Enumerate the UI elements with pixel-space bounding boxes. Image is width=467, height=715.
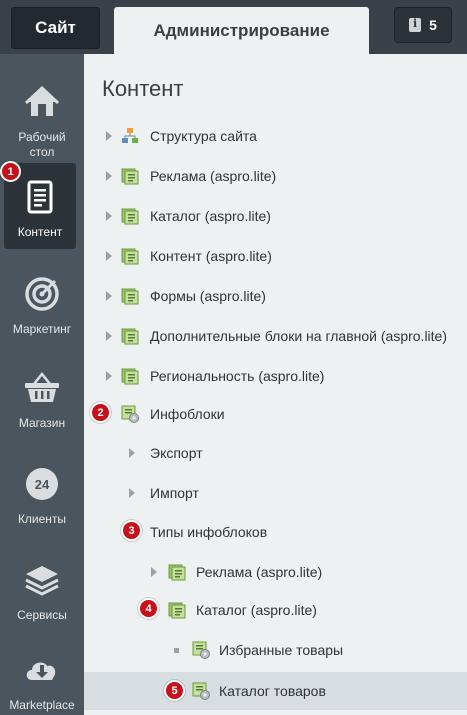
- cloud-download-icon: [22, 650, 62, 690]
- tree-item-infoblock-types[interactable]: 3 Типы инфоблоков: [84, 512, 467, 552]
- sidebar-item-marketplace[interactable]: Marketplace: [0, 632, 84, 715]
- expand-arrow-icon[interactable]: [106, 211, 112, 221]
- tree-item-export[interactable]: Экспорт: [84, 433, 467, 473]
- folder-list-icon: [121, 367, 139, 385]
- tree-item-label: Инфоблоки: [150, 406, 225, 422]
- tree-item-label: Реклама (aspro.lite): [150, 168, 277, 184]
- step-badge: 2: [90, 402, 111, 423]
- sidebar-item-label: Контент: [17, 225, 63, 239]
- expand-arrow-icon[interactable]: [129, 448, 135, 458]
- step-badge: 4: [138, 598, 159, 619]
- sidebar-item-services[interactable]: Сервисы: [0, 542, 84, 638]
- tree-item-type-ads[interactable]: Реклама (aspro.lite): [84, 552, 467, 592]
- tree-item-catalog[interactable]: Каталог (aspro.lite): [84, 196, 467, 236]
- folder-list-icon: [168, 601, 186, 619]
- notifications-button[interactable]: 5: [394, 7, 452, 43]
- top-bar: Сайт Администрирование 5: [0, 0, 467, 54]
- sidebar-item-clients[interactable]: 24 Клиенты: [0, 446, 84, 542]
- infoblock-gear-icon: [192, 641, 210, 659]
- tree-item-label: Каталог (aspro.lite): [196, 602, 317, 618]
- folder-list-icon: [121, 167, 139, 185]
- expand-arrow-icon[interactable]: [106, 331, 112, 341]
- tree-item-label: Дополнительные блоки на главной (aspro.l…: [150, 328, 448, 344]
- sidebar-item-marketing[interactable]: Маркетинг: [0, 256, 84, 352]
- folder-list-icon: [121, 287, 139, 305]
- tab-administration[interactable]: Администрирование: [114, 7, 369, 54]
- sidebar-item-label: Marketplace: [9, 698, 75, 712]
- clock-24-icon-text: 24: [35, 477, 50, 492]
- tree-item-label: Реклама (aspro.lite): [196, 564, 323, 580]
- sidebar-item-label: Сервисы: [17, 608, 67, 622]
- expand-arrow-icon[interactable]: [106, 251, 112, 261]
- tree-item-label: Формы (aspro.lite): [150, 288, 266, 304]
- page-title: Контент: [102, 76, 184, 101]
- sidebar-item-shop[interactable]: Магазин: [0, 350, 84, 446]
- sidebar: Рабочий стол Контент 1 Маркетинг Магазин…: [0, 54, 84, 715]
- site-structure-icon: [121, 127, 139, 145]
- infoblock-gear-icon: [121, 405, 139, 423]
- tree-item-label: Избранные товары: [219, 642, 344, 658]
- tree-item-label: Региональность (aspro.lite): [150, 368, 325, 384]
- layers-icon: [22, 560, 62, 600]
- sidebar-item-label: Рабочий: [18, 130, 66, 144]
- tree-item-content[interactable]: Контент (aspro.lite): [84, 236, 467, 276]
- tree-item-type-catalog[interactable]: 4 Каталог (aspro.lite): [84, 590, 467, 630]
- step-badge: 1: [0, 161, 21, 182]
- folder-list-icon: [121, 207, 139, 225]
- document-icon: [20, 177, 60, 217]
- tree-item-catalog-products[interactable]: 5 Каталог товаров: [84, 672, 467, 710]
- expand-arrow-icon[interactable]: [106, 371, 112, 381]
- tree-item-label: Структура сайта: [150, 128, 257, 144]
- tree-item-label: Экспорт: [150, 445, 203, 461]
- home-icon: [22, 82, 62, 122]
- leaf-bullet-icon: [174, 648, 179, 653]
- folder-list-icon: [121, 247, 139, 265]
- target-icon: [22, 274, 62, 314]
- tree-item-site-structure[interactable]: Структура сайта: [84, 116, 467, 156]
- basket-icon: [22, 368, 62, 408]
- tree-item-forms[interactable]: Формы (aspro.lite): [84, 276, 467, 316]
- tree-item-extra-blocks[interactable]: Дополнительные блоки на главной (aspro.l…: [84, 316, 467, 356]
- tree-item-infoblocks[interactable]: 2 Инфоблоки: [84, 394, 467, 434]
- folder-list-icon: [121, 327, 139, 345]
- tree-item-label: Контент (aspro.lite): [150, 248, 272, 264]
- tree-item-import[interactable]: Импорт: [84, 473, 467, 513]
- notification-icon: [409, 17, 422, 32]
- clock-24-icon: 24: [22, 464, 62, 504]
- tab-site[interactable]: Сайт: [11, 7, 100, 49]
- content-panel: Контент Структура сайта Реклама (aspro.l…: [84, 54, 467, 715]
- sidebar-item-label: Магазин: [18, 416, 66, 430]
- infoblock-gear-icon: [192, 682, 210, 700]
- sidebar-item-label: стол: [29, 145, 55, 159]
- tree-item-label: Импорт: [150, 485, 199, 501]
- sidebar-item-desktop[interactable]: Рабочий стол: [0, 64, 84, 160]
- tree-item-ads[interactable]: Реклама (aspro.lite): [84, 156, 467, 196]
- step-badge: 3: [121, 520, 142, 541]
- tree-item-label: Каталог товаров: [219, 683, 326, 699]
- step-badge: 5: [164, 680, 185, 701]
- expand-arrow-icon[interactable]: [106, 131, 112, 141]
- tree-item-label: Типы инфоблоков: [150, 524, 268, 540]
- expand-arrow-icon[interactable]: [129, 488, 135, 498]
- sidebar-item-label: Клиенты: [17, 512, 67, 526]
- expand-arrow-icon[interactable]: [106, 291, 112, 301]
- expand-arrow-icon[interactable]: [106, 171, 112, 181]
- folder-list-icon: [168, 563, 186, 581]
- tree-item-regionality[interactable]: Региональность (aspro.lite): [84, 356, 467, 396]
- tree-item-favorite-products[interactable]: Избранные товары: [84, 630, 467, 670]
- notifications-count: 5: [429, 17, 437, 33]
- tree-item-label: Каталог (aspro.lite): [150, 208, 271, 224]
- sidebar-item-label: Маркетинг: [12, 322, 72, 336]
- expand-arrow-icon[interactable]: [151, 567, 157, 577]
